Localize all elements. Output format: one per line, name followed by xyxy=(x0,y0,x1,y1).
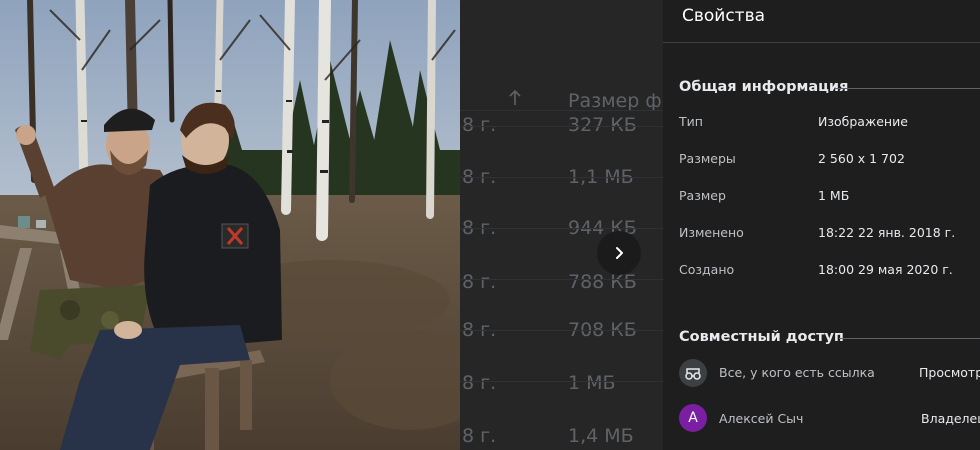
sort-arrow-up-icon[interactable] xyxy=(508,90,522,106)
panel-title: Свойства xyxy=(682,6,766,26)
share-entry-name: Все, у кого есть ссылка xyxy=(719,365,875,380)
share-entry-role: Владелец xyxy=(921,411,980,426)
file-row[interactable]: 8 г. 708 КБ xyxy=(460,279,663,341)
section-divider xyxy=(839,338,980,339)
prop-size-value: 1 МБ xyxy=(818,188,850,203)
share-entry-name: Алексей Сыч xyxy=(719,411,804,426)
file-date: 8 г. xyxy=(462,425,497,447)
file-row[interactable]: 8 г. 1,1 МБ xyxy=(460,126,663,188)
title-divider xyxy=(663,42,980,43)
section-sharing-heading: Совместный доступ xyxy=(679,329,844,345)
next-image-button[interactable] xyxy=(597,231,641,275)
avatar: A xyxy=(679,404,707,432)
prop-type-label: Тип xyxy=(679,114,703,129)
properties-panel: Свойства Общая информация Тип Изображени… xyxy=(663,0,980,450)
image-preview xyxy=(0,0,460,450)
file-list-background: Размер ф 8 г. 327 КБ 8 г. 1,1 МБ 8 г. 94… xyxy=(460,0,663,450)
prop-size-label: Размер xyxy=(679,188,726,203)
file-row[interactable]: 8 г. 1,4 МБ xyxy=(460,381,663,447)
row-divider xyxy=(460,330,663,331)
prop-created-label: Создано xyxy=(679,262,735,277)
file-size: 1,4 МБ xyxy=(568,425,634,447)
file-row[interactable]: 8 г. 1 МБ xyxy=(460,330,663,394)
prop-dimensions-label: Размеры xyxy=(679,151,736,166)
link-icon xyxy=(679,359,707,387)
row-divider xyxy=(460,228,663,229)
row-divider xyxy=(460,177,663,178)
section-divider xyxy=(835,88,980,89)
prop-modified-value: 18:22 22 янв. 2018 г. xyxy=(818,225,956,240)
row-divider xyxy=(460,279,663,280)
row-divider xyxy=(460,110,663,111)
prop-type-value: Изображение xyxy=(818,114,908,129)
file-row[interactable]: 8 г. 944 КБ xyxy=(460,177,663,239)
section-general-heading: Общая информация xyxy=(679,79,849,95)
row-divider xyxy=(460,381,663,382)
row-divider xyxy=(460,126,663,127)
avatar-letter: A xyxy=(688,410,698,426)
prop-modified-label: Изменено xyxy=(679,225,744,240)
column-header-size[interactable]: Размер ф xyxy=(568,90,662,112)
prop-created-value: 18:00 29 мая 2020 г. xyxy=(818,262,953,277)
share-entry-role[interactable]: Просмотр xyxy=(919,365,980,380)
chevron-right-icon xyxy=(616,247,623,259)
prop-dimensions-value: 2 560 x 1 702 xyxy=(818,151,905,166)
